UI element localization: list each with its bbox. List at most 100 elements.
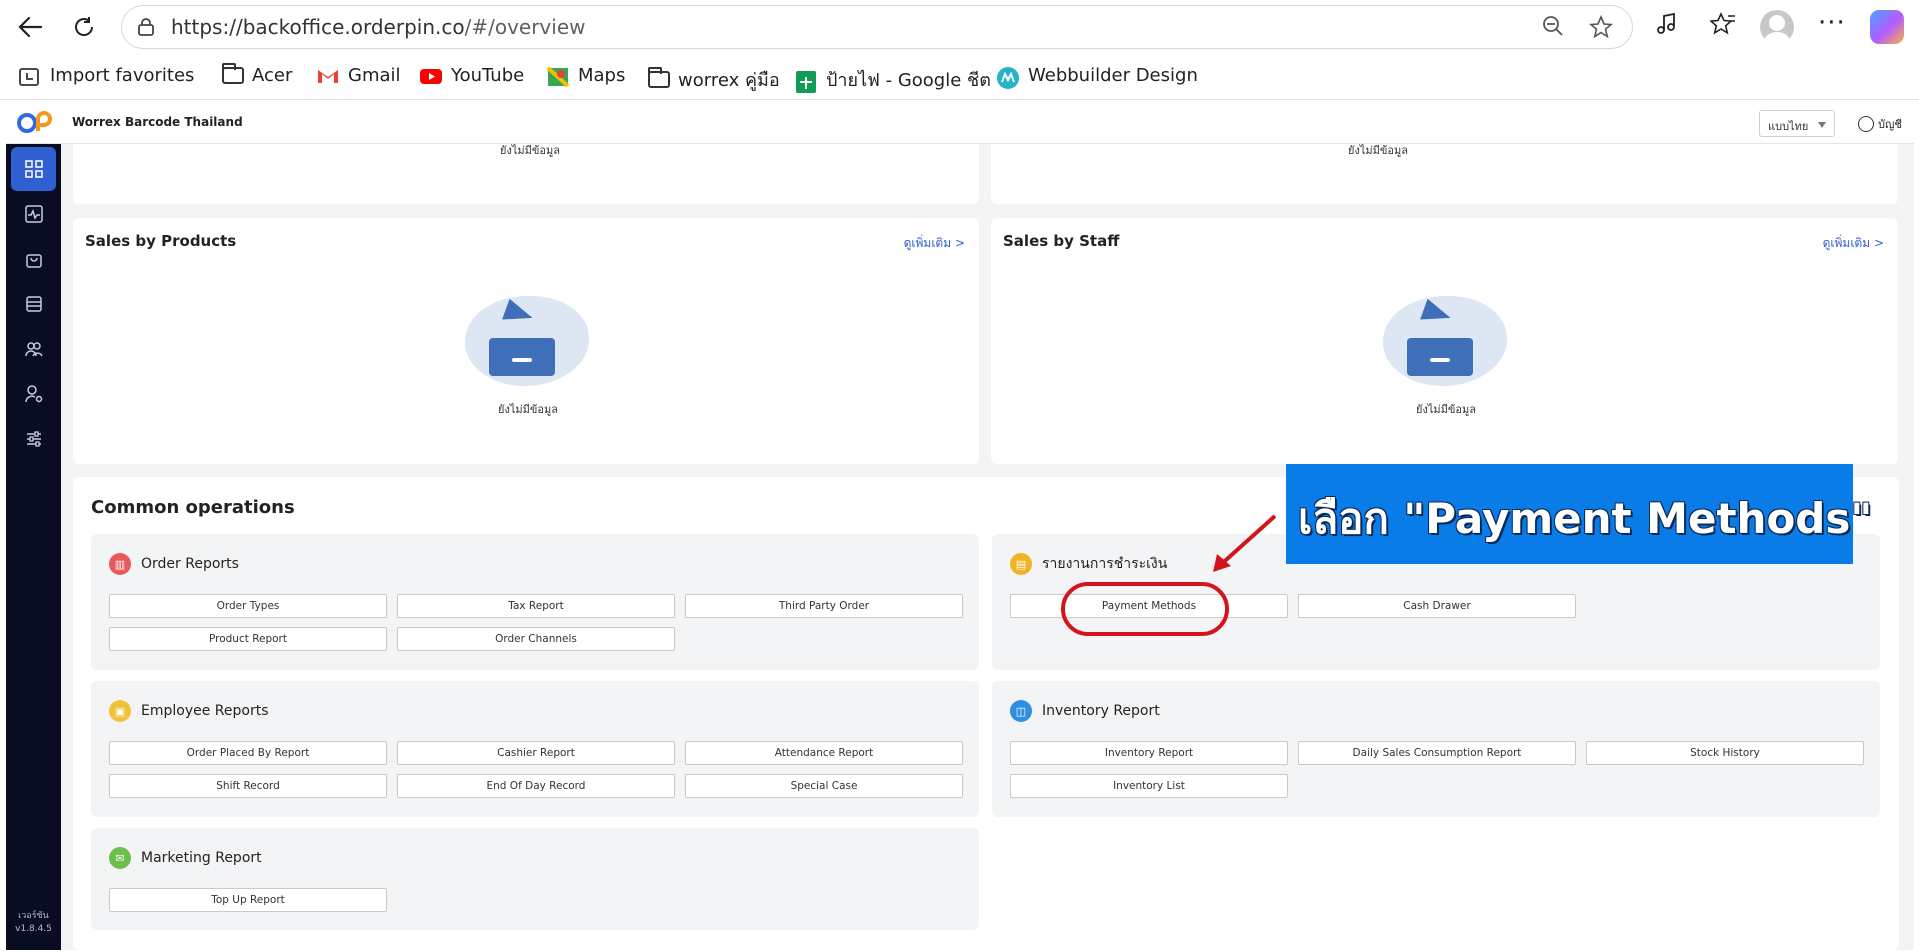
shift-record-button[interactable]: Shift Record xyxy=(109,774,387,798)
boxes-icon: ◫ xyxy=(1010,700,1032,722)
card-title: Sales by Staff xyxy=(1003,232,1120,250)
group-title: Order Reports xyxy=(141,556,239,572)
zoom-out-icon[interactable] xyxy=(1542,15,1564,43)
activity-icon xyxy=(24,205,43,223)
order-types-button[interactable]: Order Types xyxy=(109,594,387,618)
sidebar-item-settings[interactable] xyxy=(11,417,56,461)
group-title: Inventory Report xyxy=(1042,703,1160,719)
order-reports-group: ▥ Order Reports Order Types Tax Report T… xyxy=(91,534,979,670)
attendance-report-button[interactable]: Attendance Report xyxy=(685,741,963,765)
fav-maps[interactable]: Maps xyxy=(546,65,625,87)
top-up-report-button[interactable]: Top Up Report xyxy=(109,888,387,912)
fav-worrex-manual[interactable]: worrex คู่มือ xyxy=(648,65,780,94)
star-icon[interactable] xyxy=(1589,14,1613,45)
inventory-icon xyxy=(25,296,42,312)
tax-report-button[interactable]: Tax Report xyxy=(397,594,675,618)
empty-state-text: ยังไม่มีข้อมูล xyxy=(1348,144,1408,157)
dashboard-icon xyxy=(24,160,43,178)
profile-avatar[interactable] xyxy=(1760,10,1794,44)
product-report-button[interactable]: Product Report xyxy=(109,627,387,651)
sliders-icon xyxy=(26,431,41,447)
back-arrow-icon[interactable] xyxy=(12,10,48,44)
folder-icon xyxy=(222,63,244,84)
instruction-text: เลือก "Payment Methods" xyxy=(1298,494,1873,543)
sidebar-item-inventory[interactable] xyxy=(11,282,56,326)
shopping-bag-icon xyxy=(25,254,42,268)
folder-icon xyxy=(648,67,670,88)
app-logo-icon[interactable] xyxy=(16,111,52,135)
account-menu[interactable]: บัญชี xyxy=(1858,115,1902,133)
inventory-report-button[interactable]: Inventory Report xyxy=(1010,741,1288,765)
sidebar-item-customers[interactable] xyxy=(11,327,56,371)
daily-sales-consumption-button[interactable]: Daily Sales Consumption Report xyxy=(1298,741,1576,765)
lock-icon[interactable] xyxy=(136,17,156,37)
version-info: เวอร์ชัน v1.8.4.5 xyxy=(15,911,52,934)
empty-state-text: ยังไม่มีข้อมูล xyxy=(498,403,558,416)
more-menu-icon[interactable]: ··· xyxy=(1818,8,1846,38)
special-case-button[interactable]: Special Case xyxy=(685,774,963,798)
see-more-link[interactable]: ดูเพิ่มเติม > xyxy=(1823,234,1884,253)
fav-import-favorites[interactable]: Import favorites xyxy=(18,65,194,86)
sales-by-products-card: Sales by Products ดูเพิ่มเติม > ยังไม่มี… xyxy=(73,218,979,464)
gmail-icon xyxy=(316,66,340,86)
top-card-right: ยังไม่มีข้อมูล xyxy=(991,144,1898,204)
copilot-icon[interactable] xyxy=(1870,10,1904,44)
address-bar[interactable]: https://backoffice.orderpin.co/#/overvie… xyxy=(121,5,1633,49)
ticket-icon: ✉ xyxy=(109,847,131,869)
favorites-icon[interactable] xyxy=(1709,12,1736,42)
highlight-ring xyxy=(1061,582,1229,636)
fav-gmail[interactable]: Gmail xyxy=(316,65,401,86)
user-circle-icon xyxy=(1858,116,1874,132)
top-card-left: ยังไม่มีข้อมูล xyxy=(73,144,979,204)
sidebar-item-staff[interactable] xyxy=(11,372,56,416)
fav-webbuilder[interactable]: Webbuilder Design xyxy=(996,65,1198,89)
refresh-icon[interactable] xyxy=(66,10,102,44)
employee-reports-group: ▣ Employee Reports Order Placed By Repor… xyxy=(91,681,979,817)
url-text[interactable]: https://backoffice.orderpin.co/#/overvie… xyxy=(171,15,585,39)
section-title: Common operations xyxy=(91,497,295,518)
order-placed-by-report-button[interactable]: Order Placed By Report xyxy=(109,741,387,765)
company-name: Worrex Barcode Thailand xyxy=(72,115,243,129)
pointer-arrow-icon xyxy=(1213,514,1277,572)
marketing-report-group: ✉ Marketing Report Top Up Report xyxy=(91,828,979,930)
youtube-icon xyxy=(419,66,443,86)
cashier-report-button[interactable]: Cashier Report xyxy=(397,741,675,765)
inventory-report-group: ◫ Inventory Report Inventory Report Dail… xyxy=(992,681,1880,817)
users-icon xyxy=(24,342,43,357)
browser-toolbar: https://backoffice.orderpin.co/#/overvie… xyxy=(0,0,1919,54)
inventory-list-button[interactable]: Inventory List xyxy=(1010,774,1288,798)
order-channels-button[interactable]: Order Channels xyxy=(397,627,675,651)
language-select[interactable]: แบบไทย xyxy=(1759,110,1835,137)
user-settings-icon xyxy=(24,385,42,403)
card-title: Sales by Products xyxy=(85,232,237,250)
fav-google-sheets[interactable]: ป้ายไฟ - Google ชีต xyxy=(794,65,991,94)
empty-box-icon xyxy=(465,296,595,406)
media-icon[interactable] xyxy=(1656,12,1678,42)
empty-state-text: ยังไม่มีข้อมูล xyxy=(1416,403,1476,416)
sales-by-staff-card: Sales by Staff ดูเพิ่มเติม > ยังไม่มีข้อ… xyxy=(991,218,1898,464)
empty-box-icon xyxy=(1383,296,1513,406)
sidebar: เวอร์ชัน v1.8.4.5 xyxy=(6,144,61,950)
sidebar-item-dashboard[interactable] xyxy=(11,147,56,191)
fav-acer[interactable]: Acer xyxy=(222,63,292,86)
third-party-order-button[interactable]: Third Party Order xyxy=(685,594,963,618)
group-title: Employee Reports xyxy=(141,703,269,719)
maps-icon xyxy=(546,66,570,87)
sidebar-item-orders[interactable] xyxy=(11,237,56,281)
group-title: รายงานการชำระเงิน xyxy=(1042,556,1168,572)
app-header: Worrex Barcode Thailand แบบไทย บัญชี xyxy=(6,103,1914,144)
favorites-bar: Import favorites Acer Gmail YouTube Maps… xyxy=(0,55,1919,100)
see-more-link[interactable]: ดูเพิ่มเติม > xyxy=(904,234,965,253)
import-icon xyxy=(18,66,42,86)
sidebar-item-activity[interactable] xyxy=(11,192,56,236)
webbuilder-icon xyxy=(996,66,1020,89)
bar-chart-icon: ▥ xyxy=(109,553,131,575)
cash-drawer-button[interactable]: Cash Drawer xyxy=(1298,594,1576,618)
group-title: Marketing Report xyxy=(141,850,262,866)
fav-youtube[interactable]: YouTube xyxy=(419,65,524,86)
stock-history-button[interactable]: Stock History xyxy=(1586,741,1864,765)
empty-state-text: ยังไม่มีข้อมูล xyxy=(500,144,560,157)
receipt-icon: ▤ xyxy=(1010,553,1032,575)
instruction-callout: เลือก "Payment Methods" xyxy=(1286,464,1872,564)
end-of-day-record-button[interactable]: End Of Day Record xyxy=(397,774,675,798)
